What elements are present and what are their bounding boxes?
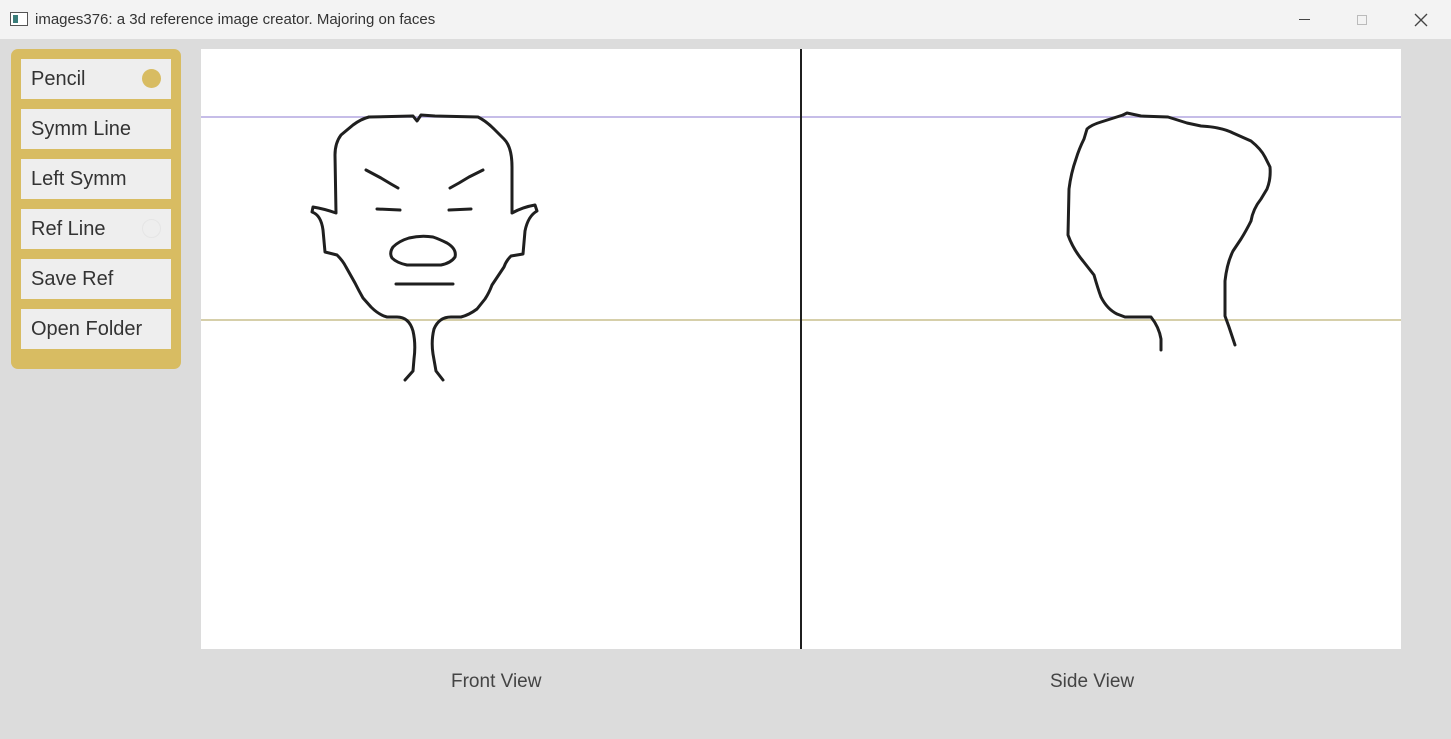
- close-icon: [1414, 13, 1428, 26]
- left-symm-button[interactable]: Left Symm: [21, 159, 171, 199]
- pencil-button[interactable]: Pencil: [21, 59, 171, 99]
- front-left-eye: [375, 207, 402, 212]
- maximize-button[interactable]: [1333, 0, 1391, 39]
- app-icon: [10, 12, 28, 26]
- window-title: images376: a 3d reference image creator.…: [35, 11, 436, 28]
- minimize-button[interactable]: [1275, 0, 1333, 39]
- symm-line-button[interactable]: Symm Line: [21, 109, 171, 149]
- symm-line-label: Symm Line: [31, 117, 132, 140]
- canvas-drawing[interactable]: [201, 49, 1401, 649]
- front-nose: [389, 234, 457, 267]
- save-ref-button[interactable]: Save Ref: [21, 259, 171, 299]
- app-window: images376: a 3d reference image creator.…: [0, 0, 1451, 739]
- tool-panel: Pencil Symm Line Left Symm Ref Line Save…: [11, 49, 181, 369]
- active-indicator-icon: [142, 69, 161, 88]
- save-ref-label: Save Ref: [31, 267, 114, 290]
- minimize-icon: [1298, 19, 1310, 20]
- close-button[interactable]: [1392, 0, 1450, 39]
- open-folder-label: Open Folder: [31, 317, 143, 340]
- side-head-outline: [1121, 111, 1272, 347]
- front-left-eyebrow: [364, 168, 400, 190]
- front-view-label: Front View: [451, 671, 542, 692]
- open-folder-button[interactable]: Open Folder: [21, 309, 171, 349]
- ref-line-button[interactable]: Ref Line: [21, 209, 171, 249]
- ref-line-label: Ref Line: [31, 217, 106, 240]
- title-bar[interactable]: images376: a 3d reference image creator.…: [0, 0, 1451, 39]
- front-right-eyebrow: [448, 168, 485, 190]
- drawing-canvas[interactable]: [201, 49, 1401, 649]
- side-view-label: Side View: [1050, 671, 1135, 692]
- inactive-indicator-icon: [142, 219, 161, 238]
- front-right-eye: [447, 207, 473, 212]
- pencil-label: Pencil: [31, 67, 86, 90]
- left-symm-label: Left Symm: [31, 167, 127, 190]
- side-head-outline-back: [1066, 113, 1163, 352]
- maximize-icon: [1357, 14, 1367, 25]
- front-head-outline-left: [310, 115, 417, 382]
